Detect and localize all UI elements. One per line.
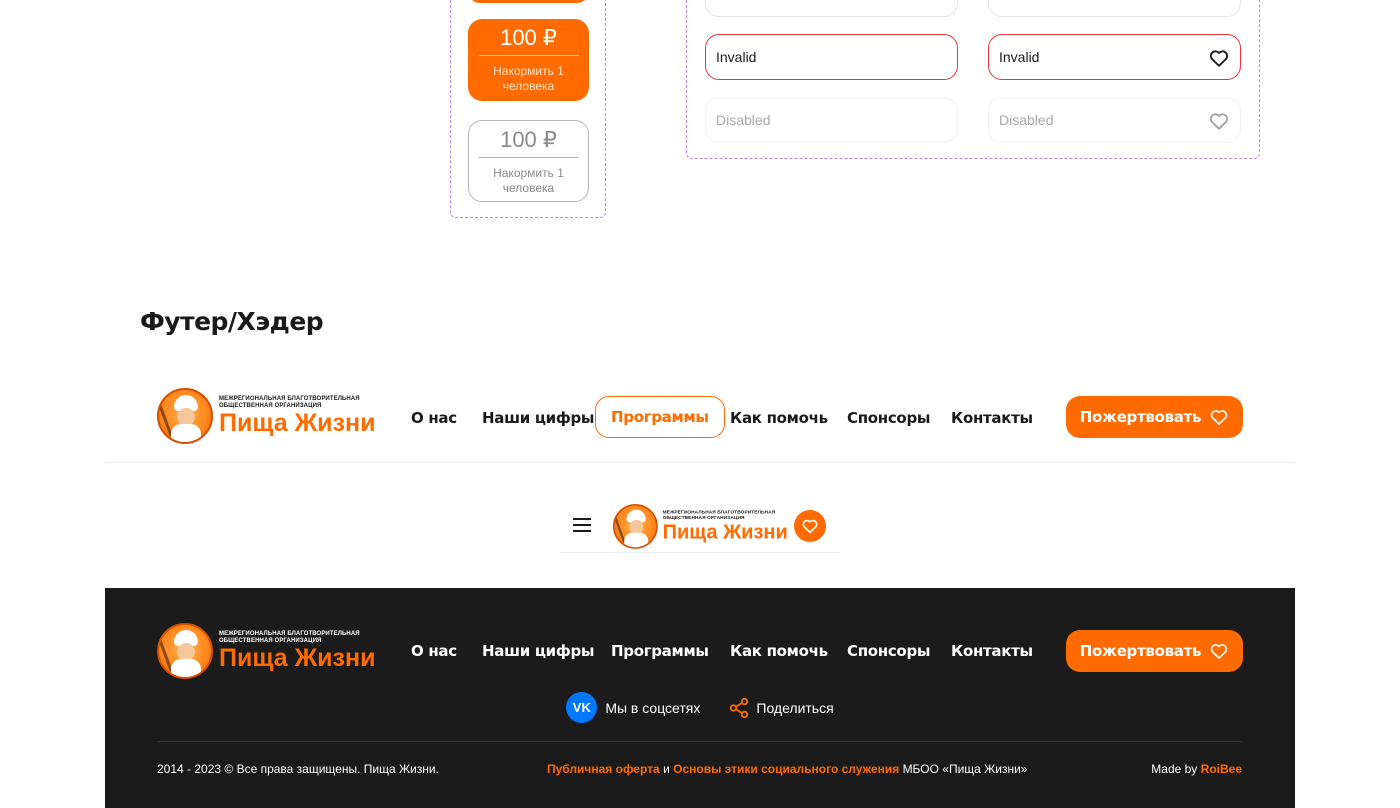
heart-icon [1210, 113, 1228, 130]
social-row: VK Мы в соцсетях Поделиться [105, 692, 1295, 723]
donation-card-partial[interactable] [468, 0, 589, 3]
heart-icon[interactable] [1208, 47, 1230, 69]
nav-programs[interactable]: Программы [595, 396, 725, 438]
input-value: Disabled [999, 112, 1054, 128]
public-offer-link[interactable]: Публичная оферта [547, 762, 660, 776]
logo-emblem-icon [157, 623, 213, 679]
card-divider [478, 55, 579, 56]
donation-amount: 100 ₽ [500, 25, 557, 50]
share-link[interactable]: Поделиться [728, 692, 834, 723]
nav-help[interactable]: Как помочь [730, 409, 828, 427]
social-vk-link[interactable]: VK Мы в соцсетях [566, 692, 700, 723]
heart-icon [1210, 644, 1228, 659]
logo-subtitle-line1: Межрегиональная благотворительная [219, 630, 360, 637]
donation-cards-group: 100 ₽ Накормить 1 человека 100 ₽ Накорми… [450, 0, 606, 218]
footer-nav-about[interactable]: О нас [411, 642, 457, 660]
menu-icon[interactable] [573, 518, 591, 532]
donate-button[interactable]: Пожертвовать [1066, 396, 1243, 438]
footer-nav-help[interactable]: Как помочь [730, 642, 828, 660]
nav-contacts[interactable]: Контакты [951, 409, 1033, 427]
desktop-header: Межрегиональная благотворительная общест… [105, 380, 1295, 463]
donate-label: Пожертвовать [1079, 408, 1202, 426]
donation-description: Накормить 1 человека [493, 166, 564, 195]
card-divider [478, 157, 579, 158]
input-field-partial[interactable] [988, 0, 1241, 17]
main-nav: О нас Наши цифры Программы Как помочь Сп… [105, 380, 1295, 462]
made-by: Made by RoiBee [1151, 762, 1242, 776]
disabled-input-with-icon: Disabled [988, 97, 1241, 143]
footer-donate-button[interactable]: Пожертвовать [1066, 630, 1243, 672]
logo[interactable]: Межрегиональная благотворительная общест… [613, 504, 788, 549]
logo[interactable]: Межрегиональная благотворительная общест… [157, 623, 375, 679]
org-name: МБОО «Пища Жизни» [902, 762, 1028, 776]
input-states-group: Invalid Invalid Disabled Disabled [686, 0, 1260, 159]
nav-about[interactable]: О нас [411, 409, 457, 427]
section-title: Футер/Хэдер [140, 307, 324, 336]
footer-nav-sponsors[interactable]: Спонсоры [847, 642, 930, 660]
donate-heart-button[interactable] [794, 510, 826, 542]
donate-label: Пожертвовать [1079, 642, 1202, 660]
footer: Межрегиональная благотворительная общест… [105, 588, 1295, 808]
input-field-partial[interactable] [705, 0, 958, 17]
share-icon [730, 697, 749, 718]
ethics-link[interactable]: Основы этики социального служения [673, 762, 899, 776]
logo-emblem-icon [613, 504, 658, 549]
invalid-input-with-icon[interactable]: Invalid [988, 34, 1241, 80]
footer-divider [157, 741, 1242, 742]
logo-name: Пища Жизни [219, 643, 376, 672]
disabled-input: Disabled [705, 97, 958, 143]
input-value: Invalid [999, 49, 1040, 65]
made-by-label: Made by [1151, 762, 1198, 776]
donation-card-selected[interactable]: 100 ₽ Накормить 1 человека [468, 19, 589, 101]
footer-nav-contacts[interactable]: Контакты [951, 642, 1033, 660]
footer-nav-programs[interactable]: Программы [611, 642, 709, 660]
footer-nav-numbers[interactable]: Наши цифры [482, 642, 594, 660]
vk-icon: VK [566, 692, 598, 723]
nav-numbers[interactable]: Наши цифры [482, 409, 594, 427]
donation-card[interactable]: 100 ₽ Накормить 1 человека [468, 120, 589, 202]
input-value: Invalid [716, 49, 757, 65]
legal-links: Публичная оферта и Основы этики социальн… [547, 762, 1027, 776]
input-value: Disabled [716, 112, 771, 128]
mobile-header: Межрегиональная благотворительная общест… [560, 500, 840, 553]
social-label: Мы в соцсетях [605, 699, 701, 716]
donation-description: Накормить 1 человека [493, 64, 564, 93]
invalid-input[interactable]: Invalid [705, 34, 958, 80]
logo-name: Пища Жизни [662, 520, 788, 543]
share-label: Поделиться [756, 699, 834, 716]
nav-sponsors[interactable]: Спонсоры [847, 409, 930, 427]
legal-and: и [663, 762, 670, 776]
studio-link[interactable]: RoiBee [1201, 762, 1242, 776]
heart-icon [802, 519, 818, 534]
heart-icon [1210, 410, 1228, 425]
copyright: 2014 - 2023 © Все права защищены. Пища Ж… [157, 762, 439, 776]
donation-amount: 100 ₽ [500, 127, 557, 152]
